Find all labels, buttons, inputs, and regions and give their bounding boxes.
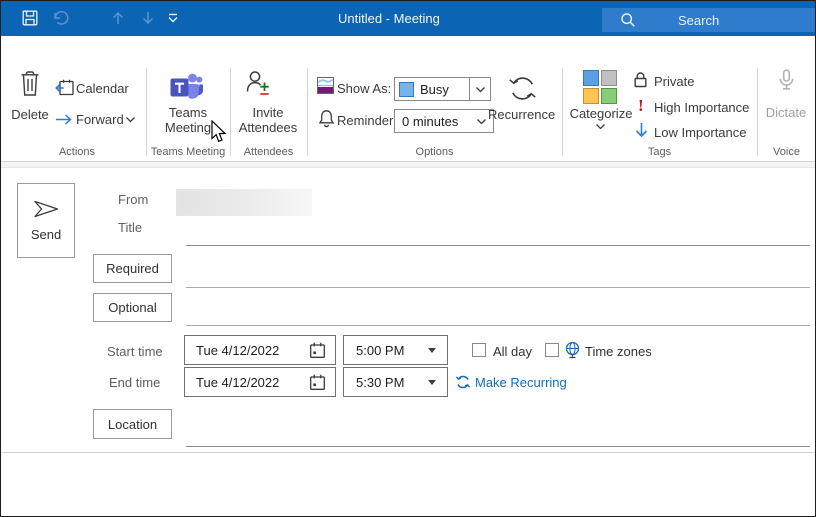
window-title: Untitled - Meeting [338, 11, 440, 26]
end-time-value: 5:30 PM [356, 375, 404, 390]
send-label: Send [31, 227, 61, 242]
invite-attendees-icon[interactable] [245, 69, 271, 97]
calendar-picker-icon[interactable] [309, 374, 326, 391]
optional-attendees-input[interactable] [186, 304, 810, 326]
show-as-value: Busy [420, 82, 449, 97]
group-separator [757, 68, 758, 156]
end-time-dropdown[interactable]: 5:30 PM [343, 367, 448, 397]
chevron-down-icon[interactable] [595, 122, 606, 131]
group-separator [307, 68, 308, 156]
categorize-icon[interactable] [583, 70, 617, 104]
low-importance-button[interactable]: Low Importance [654, 125, 747, 140]
time-zones-label: Time zones [585, 344, 652, 359]
send-icon [32, 199, 60, 219]
search-icon [620, 12, 636, 28]
recurrence-button[interactable]: Recurrence [488, 107, 555, 122]
forward-icon[interactable] [55, 113, 73, 126]
calendar-icon[interactable] [55, 79, 74, 96]
group-separator [230, 68, 231, 156]
teams-meeting-icon[interactable] [170, 71, 203, 101]
location-label: Location [108, 417, 157, 432]
high-importance-icon[interactable]: ! [638, 96, 644, 116]
high-importance-button[interactable]: High Importance [654, 100, 749, 115]
end-time-label: End time [109, 375, 160, 390]
chevron-down-icon[interactable] [125, 115, 136, 124]
make-recurring-icon[interactable] [455, 374, 471, 390]
reminder-label: Reminder: [337, 113, 397, 128]
body-divider [0, 452, 816, 453]
options-group-label: Options [307, 146, 562, 158]
end-date-value: Tue 4/12/2022 [196, 375, 279, 390]
reminder-value: 0 minutes [402, 114, 458, 129]
required-label: Required [106, 261, 159, 276]
dictate-microphone-icon[interactable] [778, 69, 795, 91]
meeting-window: Untitled - Meeting Search File Appointme… [0, 0, 816, 517]
delete-button[interactable]: Delete [8, 107, 52, 122]
start-date-picker[interactable]: Tue 4/12/2022 [184, 335, 336, 365]
actions-group-label: Actions [8, 146, 146, 158]
busy-color-swatch [399, 82, 414, 97]
show-as-dropdown[interactable]: Busy [394, 77, 491, 101]
chevron-down-icon[interactable] [476, 117, 487, 126]
required-button[interactable]: Required [93, 254, 172, 283]
mouse-cursor [211, 120, 228, 145]
required-attendees-input[interactable] [186, 266, 810, 288]
move-up-icon[interactable] [110, 10, 126, 26]
start-date-value: Tue 4/12/2022 [196, 343, 279, 358]
customize-quick-access-icon[interactable] [167, 13, 179, 24]
make-recurring-button[interactable]: Make Recurring [475, 375, 567, 390]
optional-label: Optional [108, 300, 156, 315]
invite-attendees-button-line2[interactable]: Attendees [234, 120, 302, 135]
start-time-label: Start time [107, 344, 163, 359]
show-as-label: Show As: [337, 81, 391, 96]
start-time-value: 5:00 PM [356, 343, 404, 358]
group-separator [146, 68, 147, 156]
ribbon: Delete Calendar Forward Act [0, 64, 816, 161]
chevron-down-icon[interactable] [469, 78, 490, 100]
title-label: Title [118, 220, 142, 235]
calendar-button[interactable]: Calendar [76, 81, 129, 96]
dropdown-arrow-icon[interactable] [428, 380, 436, 385]
dictate-button[interactable]: Dictate [762, 105, 810, 120]
ribbon-tabs: File Appointment Scheduling Assistant In… [0, 36, 816, 64]
send-button[interactable]: Send [17, 183, 75, 258]
reminder-bell-icon [318, 109, 335, 128]
globe-icon [564, 341, 581, 359]
voice-group-label: Voice [757, 146, 816, 158]
from-value-redacted [176, 189, 312, 216]
location-input[interactable] [186, 425, 810, 447]
teams-meeting-button[interactable]: Teams [150, 105, 226, 120]
teams-meeting-group-label: Teams Meeting [146, 146, 230, 158]
end-date-picker[interactable]: Tue 4/12/2022 [184, 367, 336, 397]
all-day-checkbox[interactable] [472, 343, 486, 357]
recurrence-icon[interactable] [507, 73, 538, 104]
from-label: From [118, 192, 148, 207]
ribbon-bottom-band [0, 161, 816, 168]
show-as-icon [317, 77, 334, 94]
title-input[interactable] [186, 224, 810, 246]
calendar-picker-icon[interactable] [309, 342, 326, 359]
start-time-dropdown[interactable]: 5:00 PM [343, 335, 448, 365]
private-button[interactable]: Private [654, 74, 694, 89]
forward-button[interactable]: Forward [76, 112, 124, 127]
title-bar: Untitled - Meeting Search [0, 0, 816, 36]
time-zones-checkbox[interactable] [545, 343, 559, 357]
categorize-button[interactable]: Categorize [562, 106, 640, 121]
move-down-icon[interactable] [140, 10, 156, 26]
invite-attendees-button[interactable]: Invite [234, 105, 302, 120]
low-importance-icon[interactable] [634, 122, 649, 138]
all-day-label: All day [493, 344, 532, 359]
save-icon[interactable] [22, 10, 38, 26]
tags-group-label: Tags [562, 146, 757, 158]
dropdown-arrow-icon[interactable] [428, 348, 436, 353]
search-placeholder: Search [678, 13, 719, 28]
optional-button[interactable]: Optional [93, 293, 172, 322]
location-button[interactable]: Location [93, 409, 172, 439]
attendees-group-label: Attendees [230, 146, 307, 158]
undo-icon[interactable] [52, 10, 69, 26]
delete-icon[interactable] [19, 70, 41, 97]
search-input[interactable]: Search [602, 8, 816, 32]
reminder-dropdown[interactable]: 0 minutes [394, 109, 494, 133]
private-lock-icon[interactable] [633, 71, 648, 88]
